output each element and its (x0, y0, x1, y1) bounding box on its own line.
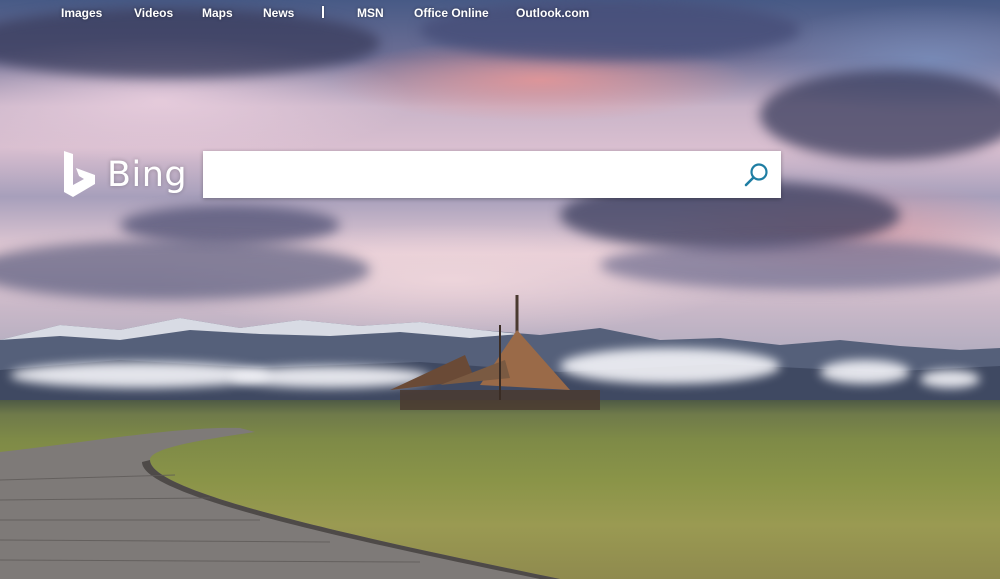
bing-logo-text: Bing (107, 155, 188, 195)
nav-link-office-online[interactable]: Office Online (414, 6, 489, 20)
search-box (203, 151, 781, 198)
search-icon (744, 163, 768, 187)
nav-link-maps[interactable]: Maps (202, 6, 233, 20)
background-boardwalk (0, 427, 560, 579)
background-mist (820, 360, 910, 384)
nav-separator (322, 6, 324, 18)
background-mist (920, 370, 980, 388)
background-pavilion (390, 295, 600, 410)
bing-logo-icon (64, 151, 95, 197)
nav-link-msn[interactable]: MSN (357, 6, 384, 20)
background-cloud (600, 240, 1000, 290)
nav-link-videos[interactable]: Videos (134, 6, 173, 20)
nav-link-news[interactable]: News (263, 6, 294, 20)
top-navigation: Images Videos Maps News MSN Office Onlin… (0, 0, 1000, 26)
search-input[interactable] (203, 151, 733, 198)
nav-link-outlook[interactable]: Outlook.com (516, 6, 589, 20)
bing-homepage: Images Videos Maps News MSN Office Onlin… (0, 0, 1000, 579)
background-cloud (120, 205, 340, 245)
nav-link-images[interactable]: Images (61, 6, 102, 20)
search-button[interactable] (743, 161, 771, 189)
